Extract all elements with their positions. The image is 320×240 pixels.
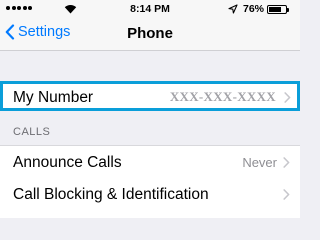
call-blocking-label: Call Blocking & Identification xyxy=(13,186,209,203)
announce-calls-value: Never xyxy=(242,155,277,170)
battery-percentage: 76% xyxy=(243,3,265,15)
status-bar: 8:14 PM 76% xyxy=(0,0,300,18)
chevron-right-icon xyxy=(283,157,290,168)
section-header-calls: CALLS xyxy=(13,126,51,138)
navigation-bar: Settings Phone xyxy=(0,18,300,51)
call-blocking-row[interactable]: Call Blocking & Identification xyxy=(0,178,300,218)
battery-fill xyxy=(269,7,281,12)
location-arrow-icon xyxy=(228,4,238,17)
announce-calls-row[interactable]: Announce Calls Never xyxy=(0,145,300,178)
announce-calls-label: Announce Calls xyxy=(13,154,122,171)
my-number-label: My Number xyxy=(13,89,94,106)
chevron-right-icon xyxy=(284,92,291,103)
page-title: Phone xyxy=(127,25,173,42)
battery-icon xyxy=(267,5,289,14)
my-number-row[interactable]: My Number XXX-XXX-XXXX xyxy=(0,81,300,111)
chevron-right-icon xyxy=(283,189,290,200)
my-number-value: XXX-XXX-XXXX xyxy=(169,89,276,104)
